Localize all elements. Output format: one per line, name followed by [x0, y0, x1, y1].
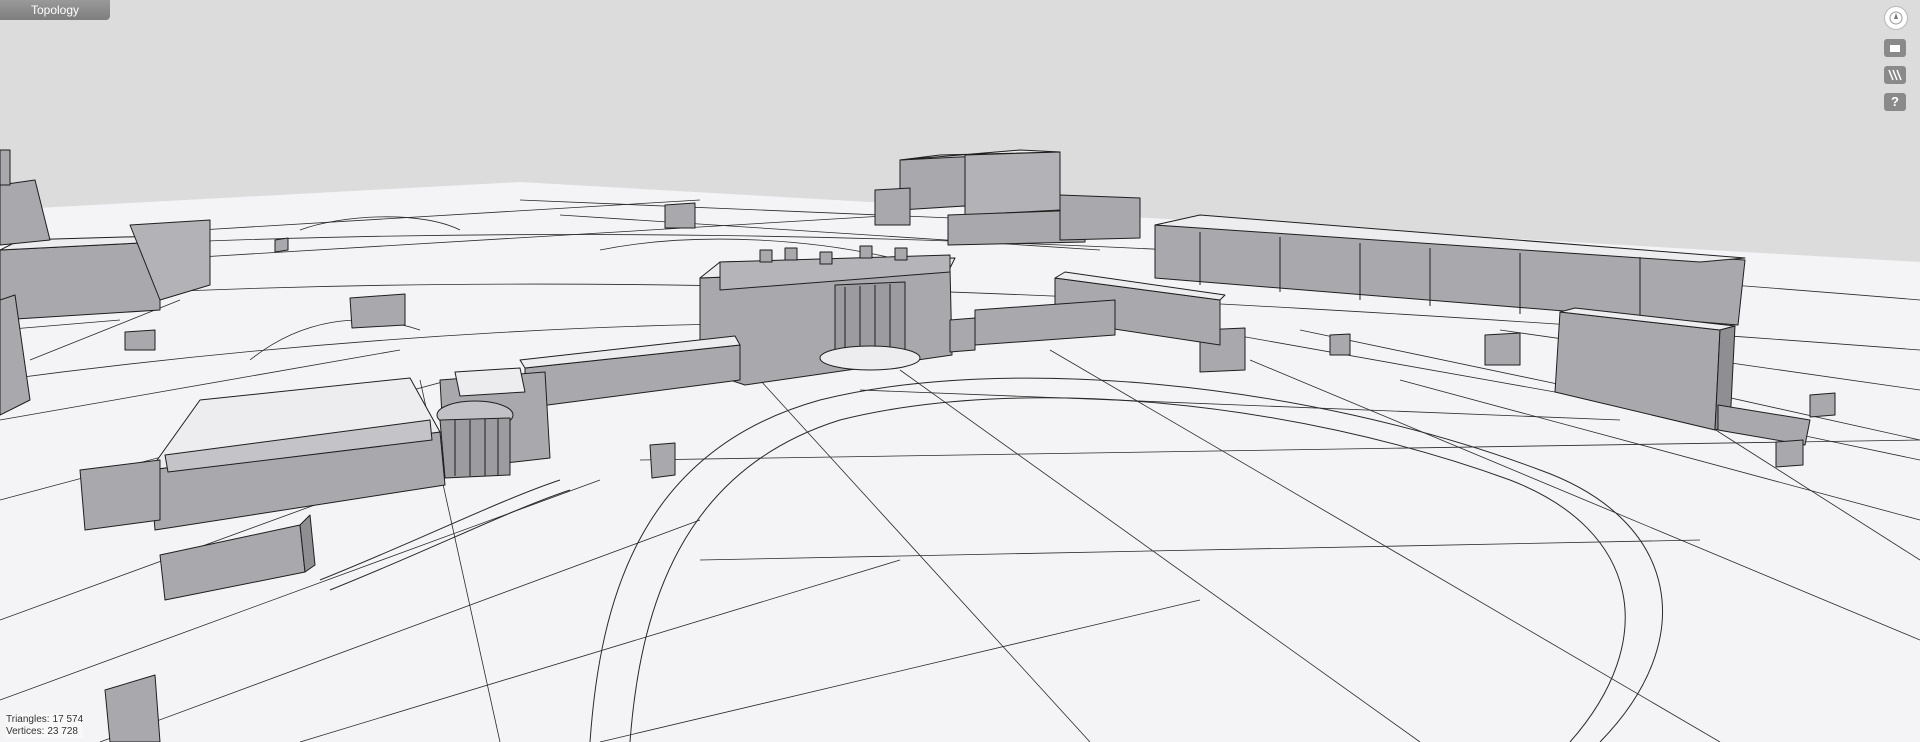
viewer-toolbar: ? — [1884, 6, 1908, 120]
help-icon: ? — [1891, 94, 1899, 109]
triangles-value: 17 574 — [52, 714, 84, 725]
vertices-label: Vertices: — [6, 726, 45, 737]
triangles-stat: Triangles: 17 574 — [6, 714, 83, 726]
layers-icon — [1888, 69, 1902, 81]
scene — [0, 149, 1920, 742]
triangles-label: Triangles: — [6, 714, 50, 725]
window-title: Topology — [0, 0, 110, 20]
box-view-button[interactable] — [1884, 39, 1906, 57]
layers-button[interactable] — [1884, 66, 1906, 84]
3d-viewport[interactable] — [0, 0, 1920, 742]
compass-icon — [1889, 11, 1903, 25]
vertices-value: 23 728 — [47, 726, 78, 737]
vertices-stat: Vertices: 23 728 — [6, 726, 83, 738]
help-button[interactable]: ? — [1884, 93, 1906, 111]
compass-button[interactable] — [1884, 6, 1908, 30]
render-stats: Triangles: 17 574 Vertices: 23 728 — [6, 714, 84, 738]
box-view-icon — [1890, 45, 1900, 52]
